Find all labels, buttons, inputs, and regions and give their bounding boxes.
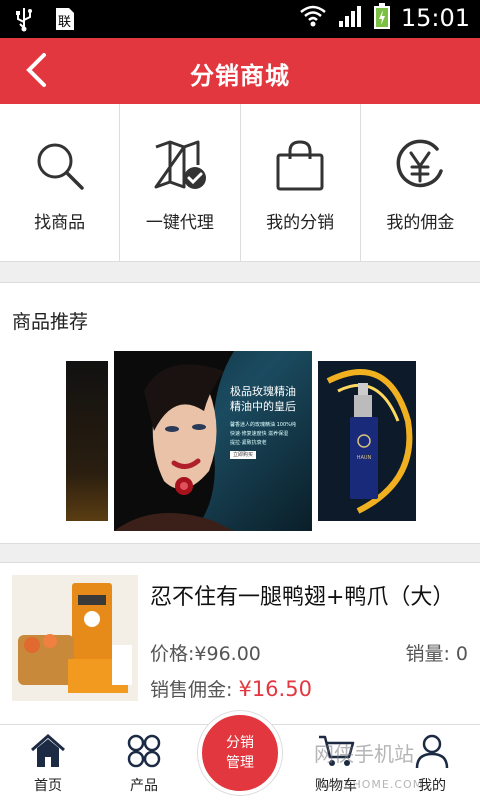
price-label: 价格: xyxy=(150,643,195,665)
product-card[interactable]: 忍不住有一腿鸭翅+鸭爪（大） 价格:¥96.00 销量: 0 销售佣金: ¥16… xyxy=(0,562,480,724)
nav-home[interactable]: 首页 xyxy=(8,733,88,795)
watermark-text: 网侠手机站 xyxy=(314,742,414,766)
banner-small-text-2: 快速·修复速度快 滋养保湿 xyxy=(230,431,289,437)
quick-item-one-click-agent[interactable]: 一键代理 xyxy=(120,104,241,261)
home-icon xyxy=(30,734,66,773)
banner-slide-next[interactable]: HAUN xyxy=(318,361,416,521)
bottle-brand: HAUN xyxy=(356,455,372,461)
sim-card-icon: 联 xyxy=(54,6,76,36)
battery-charging-icon xyxy=(373,2,391,34)
shopping-bag-icon xyxy=(272,138,328,194)
distribution-management-button[interactable]: 分销 管理 xyxy=(198,711,282,795)
nav-products[interactable]: 产品 xyxy=(104,733,184,795)
title-bar: 分销商城 xyxy=(0,38,480,104)
nav-home-label: 首页 xyxy=(34,778,62,794)
quick-menu: 找商品 一键代理 我的分销 我的佣金 xyxy=(0,104,480,262)
banner-small-text-1: 馨香迷人的玫瑰精油 100%纯 xyxy=(230,422,296,428)
recommend-section: 商品推荐 极品玫瑰精油 精油中的皇后 馨香迷人的玫瑰精油 100%纯 快速·修复… xyxy=(0,282,480,544)
quick-item-my-distribution[interactable]: 我的分销 xyxy=(241,104,361,261)
quick-label: 一键代理 xyxy=(145,213,214,233)
sales-value: 0 xyxy=(455,643,468,665)
product-sales: 销量: 0 xyxy=(405,639,468,666)
svg-text:联: 联 xyxy=(58,15,71,30)
nav-products-label: 产品 xyxy=(130,778,158,794)
quick-item-find-products[interactable]: 找商品 xyxy=(0,104,121,261)
quick-item-my-commission[interactable]: 我的佣金 xyxy=(361,104,480,261)
center-button-line1: 分销 xyxy=(226,735,254,751)
section-title: 商品推荐 xyxy=(12,311,89,333)
wifi-icon xyxy=(299,3,327,33)
map-check-icon xyxy=(152,138,208,194)
price-value: ¥96.00 xyxy=(194,643,261,665)
banner-slide-previous[interactable] xyxy=(66,361,108,521)
product-image[interactable] xyxy=(12,575,138,701)
page-title: 分销商城 xyxy=(190,62,290,90)
banner-subline: 精油中的皇后 xyxy=(230,400,296,413)
banner-headline: 极品玫瑰精油 xyxy=(230,385,296,398)
product-name[interactable]: 忍不住有一腿鸭翅+鸭爪（大） xyxy=(150,579,454,611)
status-bar: 联 15:01 xyxy=(0,0,480,38)
yen-coin-icon xyxy=(392,138,448,194)
product-photo xyxy=(12,575,138,701)
signal-icon xyxy=(337,3,363,33)
banner-carousel[interactable]: 极品玫瑰精油 精油中的皇后 馨香迷人的玫瑰精油 100%纯 快速·修复速度快 滋… xyxy=(0,351,480,531)
sales-label: 销量: xyxy=(405,643,450,665)
center-button-line2: 管理 xyxy=(226,755,254,771)
status-time: 15:01 xyxy=(400,4,470,32)
watermark-url: HACKHOME.COM xyxy=(318,778,424,791)
user-icon xyxy=(414,734,450,773)
quick-label: 我的佣金 xyxy=(386,213,455,233)
quick-label: 找商品 xyxy=(34,213,86,233)
grid-icon xyxy=(126,734,162,773)
product-commission: 销售佣金: ¥16.50 xyxy=(150,675,312,702)
usb-icon xyxy=(14,6,34,36)
serum-bottle-image xyxy=(326,369,413,514)
product-price: 价格:¥96.00 xyxy=(150,639,261,666)
banner-small-text-3: 提拉·紧致抗衰老 xyxy=(230,440,267,446)
quick-label: 我的分销 xyxy=(266,213,335,233)
commission-value: ¥16.50 xyxy=(238,677,312,701)
search-icon xyxy=(32,138,88,194)
banner-buy-button[interactable]: 立即购买 xyxy=(230,451,257,459)
commission-label: 销售佣金: xyxy=(150,679,233,701)
banner-slide-current[interactable]: 极品玫瑰精油 精油中的皇后 馨香迷人的玫瑰精油 100%纯 快速·修复速度快 滋… xyxy=(114,351,312,531)
